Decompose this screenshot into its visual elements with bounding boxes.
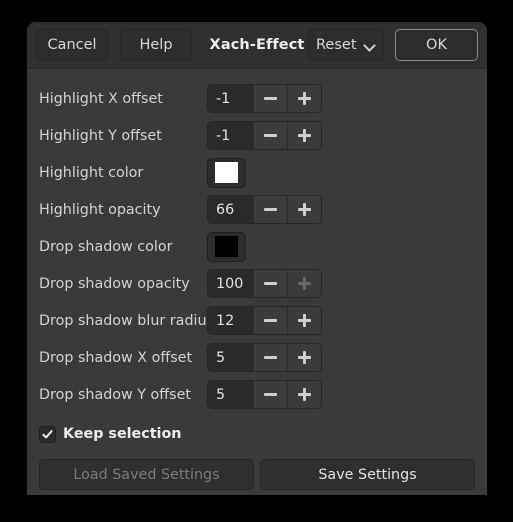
reset-dropdown-button[interactable]: Reset	[307, 28, 384, 61]
spin-button: -1	[207, 84, 322, 113]
plus-icon	[298, 351, 311, 364]
spin-increment-button[interactable]	[287, 196, 321, 223]
setting-row-label: Drop shadow Y offset	[39, 386, 191, 403]
spin-button: 100	[207, 269, 322, 298]
setting-row-label: Highlight Y offset	[39, 127, 162, 144]
minus-icon	[264, 393, 277, 396]
ok-button-label: OK	[426, 36, 447, 53]
setting-row-label: Drop shadow blur radius	[39, 312, 214, 329]
spin-increment-button[interactable]	[287, 85, 321, 112]
cancel-button-label: Cancel	[47, 37, 97, 53]
load-saved-settings-button[interactable]: Load Saved Settings	[39, 459, 254, 490]
dialog-headerbar: Cancel Help Xach-Effect Reset OK	[27, 22, 487, 69]
spin-decrement-button[interactable]	[253, 307, 287, 334]
setting-row-label: Drop shadow opacity	[39, 275, 190, 292]
color-swatch	[215, 162, 238, 183]
setting-row-label: Highlight color	[39, 164, 144, 181]
minus-icon	[264, 97, 277, 100]
setting-row: Drop shadow color	[27, 228, 487, 265]
help-button-label: Help	[139, 37, 173, 53]
setting-row: Highlight opacity 66	[27, 191, 487, 228]
setting-row-label: Highlight opacity	[39, 201, 161, 218]
xach-effect-dialog: Cancel Help Xach-Effect Reset OK Highlig…	[27, 22, 487, 495]
settings-footer: Load Saved Settings Save Settings	[27, 451, 487, 490]
reset-button-label: Reset	[316, 36, 357, 53]
minus-icon	[264, 282, 277, 285]
minus-icon	[264, 208, 277, 211]
spin-increment-button[interactable]	[287, 122, 321, 149]
setting-row: Highlight Y offset -1	[27, 117, 487, 154]
chevron-down-icon	[364, 41, 375, 48]
setting-row-label: Drop shadow X offset	[39, 349, 193, 366]
spin-decrement-button[interactable]	[253, 270, 287, 297]
setting-row: Drop shadow opacity 100	[27, 265, 487, 302]
minus-icon	[264, 319, 277, 322]
color-chooser-button[interactable]	[207, 231, 246, 262]
spin-button: 5	[207, 343, 322, 372]
spin-increment-button[interactable]	[287, 344, 321, 371]
spin-value-input[interactable]: 5	[208, 381, 253, 408]
rows-container: Highlight X offset -1 Highlight Y offset -1…	[27, 80, 487, 413]
spin-button: 12	[207, 306, 322, 335]
setting-row: Drop shadow X offset 5	[27, 339, 487, 376]
setting-row: Highlight X offset -1	[27, 80, 487, 117]
cancel-button[interactable]: Cancel	[36, 29, 108, 61]
spin-value-input[interactable]: 66	[208, 196, 253, 223]
spin-decrement-button[interactable]	[253, 344, 287, 371]
spin-increment-button	[287, 270, 321, 297]
spin-decrement-button[interactable]	[253, 122, 287, 149]
spin-value-input[interactable]: -1	[208, 85, 253, 112]
checkmark-icon	[42, 429, 53, 438]
setting-row: Highlight color	[27, 154, 487, 191]
setting-row: Drop shadow Y offset 5	[27, 376, 487, 413]
load-saved-settings-label: Load Saved Settings	[73, 466, 220, 483]
plus-icon	[298, 277, 311, 290]
spin-increment-button[interactable]	[287, 307, 321, 334]
spin-value-input[interactable]: -1	[208, 122, 253, 149]
minus-icon	[264, 356, 277, 359]
spin-button: -1	[207, 121, 322, 150]
setting-row-label: Drop shadow color	[39, 238, 173, 255]
minus-icon	[264, 134, 277, 137]
spin-value-input[interactable]: 5	[208, 344, 253, 371]
save-settings-button[interactable]: Save Settings	[260, 459, 475, 490]
setting-row-label: Highlight X offset	[39, 90, 163, 107]
headerbar-right-group: Reset OK	[307, 22, 478, 67]
color-swatch	[215, 236, 238, 257]
spin-decrement-button[interactable]	[253, 381, 287, 408]
keep-selection-row[interactable]: Keep selection	[27, 417, 487, 451]
spin-button: 5	[207, 380, 322, 409]
plus-icon	[298, 92, 311, 105]
spin-value-input[interactable]: 12	[208, 307, 253, 334]
plus-icon	[298, 388, 311, 401]
plus-icon	[298, 203, 311, 216]
color-chooser-button[interactable]	[207, 157, 246, 188]
settings-list: Highlight X offset -1 Highlight Y offset -1…	[27, 69, 487, 495]
keep-selection-label[interactable]: Keep selection	[63, 426, 181, 442]
spin-decrement-button[interactable]	[253, 196, 287, 223]
spin-decrement-button[interactable]	[253, 85, 287, 112]
help-button[interactable]: Help	[120, 29, 192, 61]
keep-selection-checkbox[interactable]	[39, 425, 56, 443]
spin-button: 66	[207, 195, 322, 224]
spin-value-input[interactable]: 100	[208, 270, 253, 297]
plus-icon	[298, 129, 311, 142]
plus-icon	[298, 314, 311, 327]
setting-row: Drop shadow blur radius 12	[27, 302, 487, 339]
save-settings-label: Save Settings	[318, 466, 417, 483]
spin-increment-button[interactable]	[287, 381, 321, 408]
ok-button[interactable]: OK	[395, 28, 478, 61]
